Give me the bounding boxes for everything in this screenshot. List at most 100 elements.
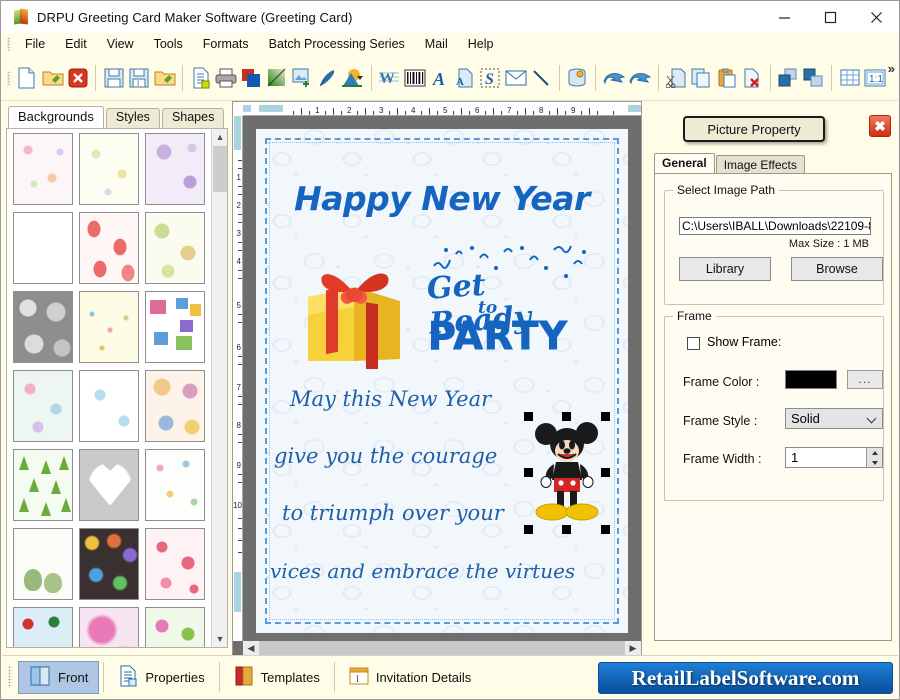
selection-handles[interactable]: [524, 412, 610, 534]
bottom-button-templates[interactable]: Templates: [224, 661, 330, 694]
card-message-line-4[interactable]: vices and embrace the virtues: [270, 559, 616, 583]
thumb-green-christmas-trees[interactable]: [13, 449, 73, 521]
bottom-bar-drag-handle[interactable]: [8, 666, 12, 688]
tab-image-effects[interactable]: Image Effects: [715, 155, 805, 174]
chevron-right-icon[interactable]: ▶: [625, 641, 641, 655]
minimize-icon[interactable]: [761, 1, 807, 33]
scrollbar-track[interactable]: [259, 641, 625, 655]
tab-backgrounds[interactable]: Backgrounds: [8, 106, 104, 128]
cut-icon[interactable]: [665, 64, 688, 92]
card-canvas[interactable]: Happy New Year Get Ready to PARTY May th…: [243, 116, 641, 641]
paste-icon[interactable]: [715, 64, 738, 92]
left-panel-scrollbar[interactable]: ▲ ▼: [211, 129, 227, 647]
redo-icon[interactable]: [628, 64, 652, 92]
thumb-birthday-doodles[interactable]: [145, 449, 205, 521]
gradient-fill-icon[interactable]: [265, 64, 288, 92]
stepper-buttons[interactable]: [866, 448, 882, 467]
bottom-button-front[interactable]: Front: [18, 660, 100, 694]
text-tool-icon[interactable]: A: [428, 64, 451, 92]
menu-edit[interactable]: Edit: [55, 35, 97, 53]
bottom-button-invitation-details[interactable]: I Invitation Details: [339, 661, 481, 694]
scrollbar-thumb[interactable]: [213, 146, 227, 192]
toolbar-overflow-button[interactable]: »: [888, 61, 895, 76]
resize-handle-s[interactable]: [562, 525, 571, 534]
pen-icon[interactable]: [315, 64, 338, 92]
resize-handle-e[interactable]: [601, 468, 610, 477]
thumb-pine-cones-white[interactable]: [13, 528, 73, 600]
open-folder-icon[interactable]: [41, 64, 64, 92]
signature-icon[interactable]: S: [479, 64, 502, 92]
maximize-icon[interactable]: [807, 1, 853, 33]
frame-color-picker-button[interactable]: ...: [847, 370, 883, 389]
thumb-purple-snowflakes[interactable]: [145, 133, 205, 205]
thumb-baby-items-sketch[interactable]: [79, 133, 139, 205]
envelope-icon[interactable]: [504, 64, 527, 92]
barcode-icon[interactable]: [403, 64, 426, 92]
menu-file[interactable]: File: [15, 35, 55, 53]
resize-handle-nw[interactable]: [524, 412, 533, 421]
menu-view[interactable]: View: [97, 35, 144, 53]
browse-button[interactable]: Browse: [791, 257, 883, 281]
resize-handle-w[interactable]: [524, 468, 533, 477]
chevron-down-icon[interactable]: [866, 413, 877, 424]
greeting-card[interactable]: Happy New Year Get Ready to PARTY May th…: [256, 129, 628, 633]
resize-handle-n[interactable]: [562, 412, 571, 421]
image-path-input[interactable]: C:\Users\IBALL\Downloads\22109-8: [679, 217, 871, 235]
delete-icon[interactable]: [740, 64, 763, 92]
menu-batch-processing-series[interactable]: Batch Processing Series: [259, 35, 415, 53]
thumb-pink-floral-blur[interactable]: [79, 607, 139, 647]
get-ready-to-party-graphic[interactable]: Get Ready to PARTY: [426, 244, 591, 374]
thumb-colorful-gift-boxes[interactable]: [145, 291, 205, 363]
thumb-pink-green-butterflies[interactable]: [145, 607, 205, 647]
chevron-down-icon[interactable]: [356, 76, 363, 80]
thumb-party-confetti-cream[interactable]: [79, 291, 139, 363]
save-icon[interactable]: [102, 64, 125, 92]
frame-color-swatch[interactable]: [785, 370, 837, 389]
close-panel-icon[interactable]: ✖: [869, 115, 891, 137]
tab-shapes[interactable]: Shapes: [161, 108, 225, 128]
thumb-pastel-flowers[interactable]: [13, 370, 73, 442]
menu-mail[interactable]: Mail: [415, 35, 458, 53]
undo-icon[interactable]: [602, 64, 626, 92]
toolbar-drag-handle[interactable]: [7, 71, 11, 85]
chevron-down-icon[interactable]: ▼: [212, 631, 227, 647]
watermark-icon[interactable]: W: [378, 64, 401, 92]
send-back-icon[interactable]: [802, 64, 825, 92]
menu-formats[interactable]: Formats: [193, 35, 259, 53]
tab-general[interactable]: General: [654, 153, 715, 174]
page-setup-icon[interactable]: [189, 64, 212, 92]
export-folder-icon[interactable]: [153, 64, 176, 92]
thumb-santa-christmas-blue[interactable]: [13, 607, 73, 647]
show-frame-checkbox[interactable]: [687, 337, 700, 350]
library-button[interactable]: Library: [679, 257, 771, 281]
layers-icon[interactable]: [240, 64, 263, 92]
close-document-icon[interactable]: [66, 64, 89, 92]
frame-style-select[interactable]: Solid: [785, 408, 883, 429]
menu-tools[interactable]: Tools: [144, 35, 193, 53]
thumb-bokeh-lights-dark[interactable]: [79, 528, 139, 600]
thumb-grey-stones[interactable]: [13, 291, 73, 363]
canvas-horizontal-scrollbar[interactable]: ◀ ▶: [243, 641, 641, 655]
database-icon[interactable]: [565, 64, 588, 92]
frame-width-stepper[interactable]: 1: [785, 447, 883, 468]
resize-handle-sw[interactable]: [524, 525, 533, 534]
close-icon[interactable]: [853, 1, 899, 33]
zoom-actual-size-icon[interactable]: 1:1: [863, 64, 886, 92]
new-document-icon[interactable]: [16, 64, 39, 92]
tab-styles[interactable]: Styles: [105, 108, 160, 128]
thumb-baby-pastel-doodles[interactable]: [13, 133, 73, 205]
copy-icon[interactable]: [690, 64, 713, 92]
stepper-up-icon[interactable]: [867, 448, 883, 457]
insert-image-icon[interactable]: [290, 64, 313, 92]
gift-box-with-red-ribbon-image[interactable]: [294, 249, 412, 375]
thumb-white-rose-heart[interactable]: [79, 449, 139, 521]
resize-handle-se[interactable]: [601, 525, 610, 534]
menu-drag-handle[interactable]: [7, 37, 11, 51]
line-tool-icon[interactable]: [529, 64, 552, 92]
brand-banner[interactable]: RetailLabelSoftware.com: [598, 662, 893, 694]
thumb-blue-clouds-sky[interactable]: [13, 212, 73, 284]
text-page-icon[interactable]: A: [453, 64, 476, 92]
grid-icon[interactable]: [838, 64, 861, 92]
thumb-green-fruit-pattern[interactable]: [145, 212, 205, 284]
shape-fill-icon[interactable]: [341, 64, 365, 92]
